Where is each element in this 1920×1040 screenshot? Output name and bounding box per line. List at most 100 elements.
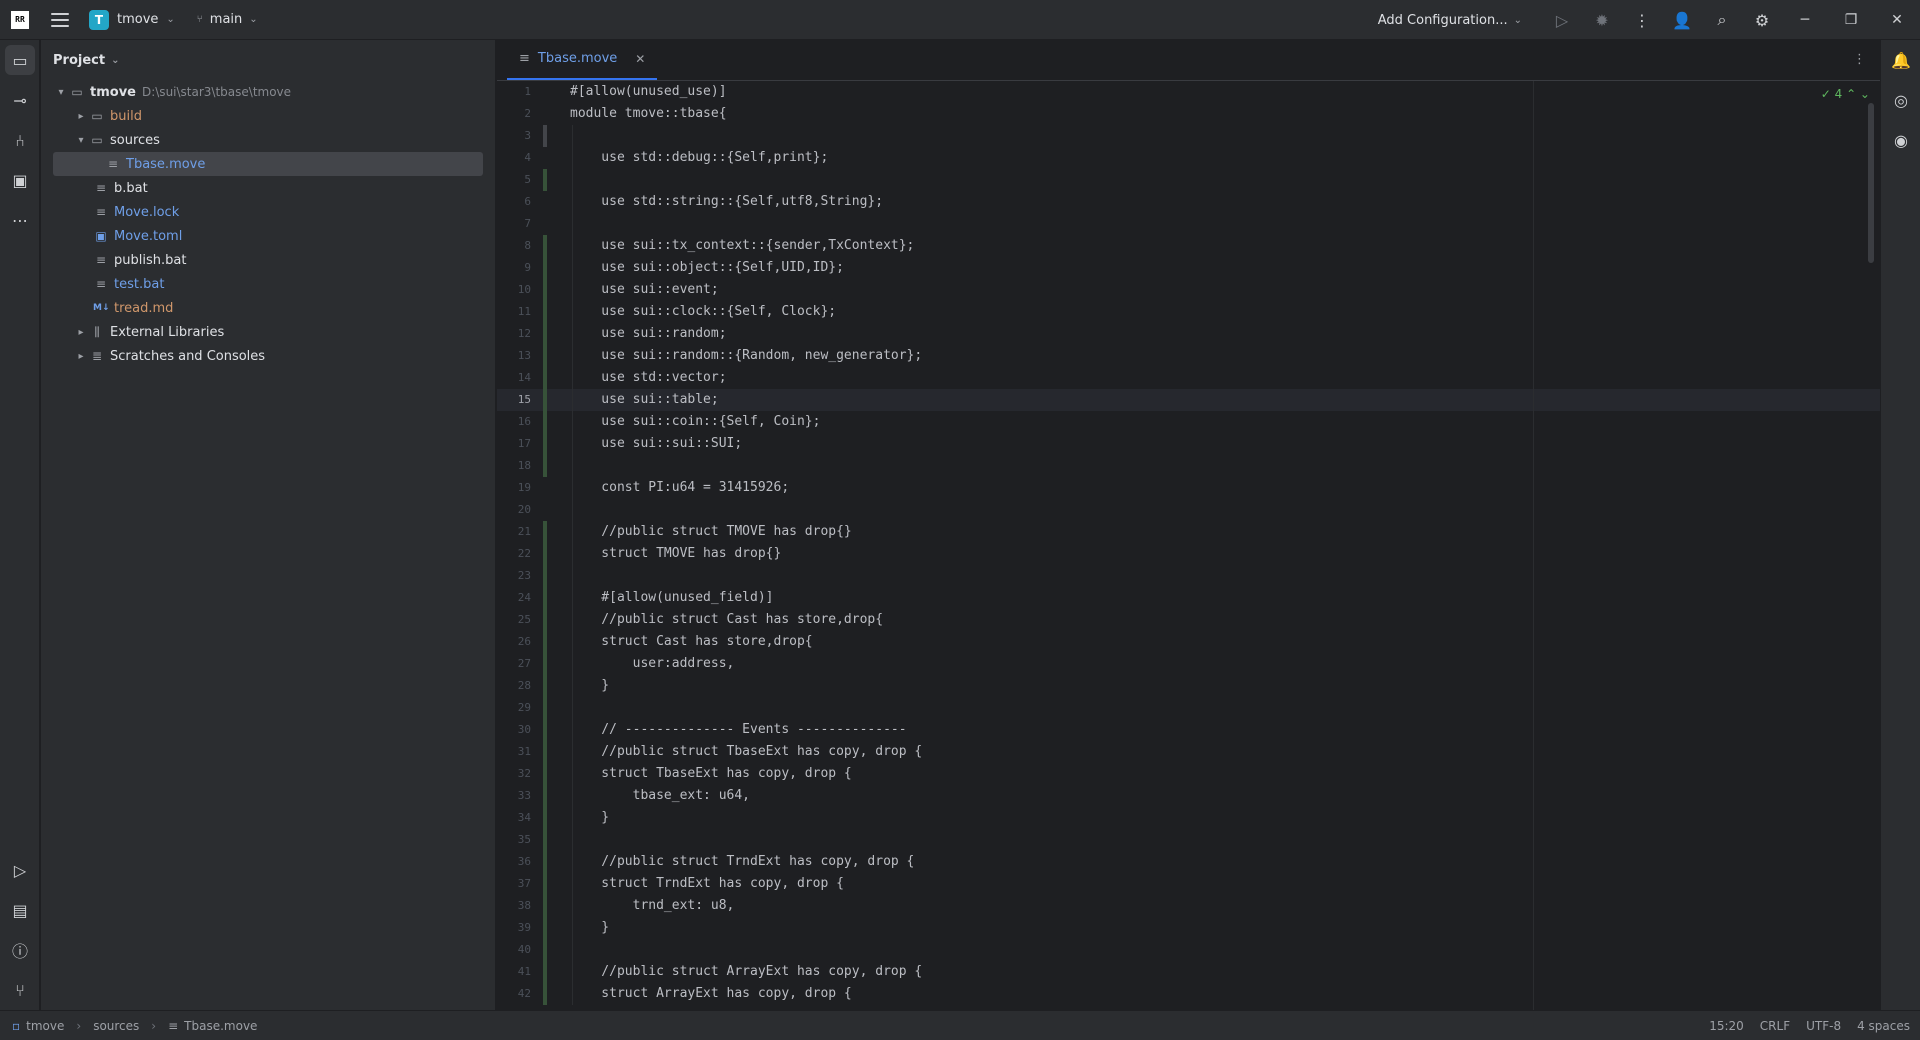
- code-line[interactable]: 32 struct TbaseExt has copy, drop {: [497, 763, 1880, 785]
- collapse-arrow-icon[interactable]: ▸: [73, 111, 89, 122]
- code-line[interactable]: 41 //public struct ArrayExt has copy, dr…: [497, 961, 1880, 983]
- tree-item-scratches[interactable]: ▸ ≣ Scratches and Consoles: [41, 344, 495, 368]
- tabs-more-icon[interactable]: ⋮: [1853, 52, 1866, 67]
- tree-item-root[interactable]: ▾ ▭ tmove D:\sui\star3\tbase\tmove: [41, 80, 495, 104]
- structure-tool-icon[interactable]: ▣: [0, 160, 40, 200]
- tree-item-tbase-move[interactable]: ≡ Tbase.move: [53, 152, 483, 176]
- code-line[interactable]: 17 use sui::sui::SUI;: [497, 433, 1880, 455]
- code-line[interactable]: 5: [497, 169, 1880, 191]
- main-menu-icon[interactable]: [51, 12, 69, 27]
- more-tools-icon[interactable]: ⋯: [0, 200, 40, 240]
- code-line[interactable]: 39 }: [497, 917, 1880, 939]
- code-line[interactable]: 26 struct Cast has store,drop{: [497, 631, 1880, 653]
- code-line[interactable]: 37 struct TrndExt has copy, drop {: [497, 873, 1880, 895]
- expand-arrow-icon[interactable]: ▾: [53, 87, 69, 98]
- code-line[interactable]: 25 //public struct Cast has store,drop{: [497, 609, 1880, 631]
- code-line[interactable]: 6 use std::string::{Self,utf8,String};: [497, 191, 1880, 213]
- restore-button[interactable]: ❐: [1828, 12, 1874, 28]
- code-line[interactable]: 40: [497, 939, 1880, 961]
- expand-arrow-icon[interactable]: ▾: [73, 135, 89, 146]
- code-line[interactable]: 10 use sui::event;: [497, 279, 1880, 301]
- project-widget[interactable]: T tmove ⌄: [89, 9, 175, 30]
- project-panel-header[interactable]: Project ⌄: [41, 40, 495, 80]
- settings-gear-icon[interactable]: ⚙: [1742, 11, 1782, 30]
- code-line[interactable]: 9 use sui::object::{Self,UID,ID};: [497, 257, 1880, 279]
- code-line[interactable]: 23: [497, 565, 1880, 587]
- tree-item-build[interactable]: ▸ ▭ build: [41, 104, 495, 128]
- breadcrumb-item[interactable]: sources: [93, 1019, 139, 1033]
- vcs-branch-widget[interactable]: ⑂ main ⌄: [197, 12, 258, 27]
- code-line[interactable]: 20: [497, 499, 1880, 521]
- code-line[interactable]: 16 use sui::coin::{Self, Coin};: [497, 411, 1880, 433]
- tree-item-move-lock[interactable]: ≡ Move.lock: [41, 200, 495, 224]
- notifications-bell-icon[interactable]: 🔔: [1881, 40, 1920, 80]
- code-line[interactable]: 31 //public struct TbaseExt has copy, dr…: [497, 741, 1880, 763]
- line-separator[interactable]: CRLF: [1760, 1019, 1790, 1033]
- code-line[interactable]: 8 use sui::tx_context::{sender,TxContext…: [497, 235, 1880, 257]
- code-line[interactable]: 21 //public struct TMOVE has drop{}: [497, 521, 1880, 543]
- copilot-icon[interactable]: ◉: [1881, 120, 1920, 160]
- code-line[interactable]: 19 const PI:u64 = 31415926;: [497, 477, 1880, 499]
- tree-item-test-bat[interactable]: ≡ test.bat: [41, 272, 495, 296]
- vertical-scrollbar[interactable]: [1868, 103, 1874, 263]
- minimize-button[interactable]: ─: [1782, 12, 1828, 28]
- git-tool-icon[interactable]: ⑂: [0, 970, 40, 1010]
- inspection-widget[interactable]: ✓ 4 ⌃ ⌄: [1821, 87, 1870, 101]
- line-number: 9: [524, 261, 531, 274]
- tree-item-sources[interactable]: ▾ ▭ sources: [41, 128, 495, 152]
- code-line[interactable]: 4 use std::debug::{Self,print};: [497, 147, 1880, 169]
- tree-item-move-toml[interactable]: ▣ Move.toml: [41, 224, 495, 248]
- chevron-down-icon: ⌄: [166, 14, 175, 25]
- pull-requests-icon[interactable]: ⑃: [0, 120, 40, 160]
- code-line[interactable]: 14 use std::vector;: [497, 367, 1880, 389]
- code-line[interactable]: 36 //public struct TrndExt has copy, dro…: [497, 851, 1880, 873]
- caret-position[interactable]: 15:20: [1709, 1019, 1744, 1033]
- tree-item-publish-bat[interactable]: ≡ publish.bat: [41, 248, 495, 272]
- tree-item-b-bat[interactable]: ≡ b.bat: [41, 176, 495, 200]
- code-line[interactable]: 30 // -------------- Events ------------…: [497, 719, 1880, 741]
- tree-item-tread-md[interactable]: M↓ tread.md: [41, 296, 495, 320]
- code-line[interactable]: 1 #[allow(unused_use)]: [497, 81, 1880, 103]
- code-line[interactable]: 22 struct TMOVE has drop{}: [497, 543, 1880, 565]
- code-editor[interactable]: 1 #[allow(unused_use)] 2 module tmove::tbas…: [497, 81, 1880, 1010]
- code-with-me-icon[interactable]: 👤: [1662, 11, 1702, 30]
- services-run-icon[interactable]: ▷: [0, 850, 40, 890]
- terminal-icon[interactable]: ▤: [0, 890, 40, 930]
- code-line[interactable]: 11 use sui::clock::{Self, Clock};: [497, 301, 1880, 323]
- code-line[interactable]: 28 }: [497, 675, 1880, 697]
- code-line[interactable]: 7: [497, 213, 1880, 235]
- debug-icon[interactable]: ✹: [1582, 11, 1622, 30]
- breadcrumb-item[interactable]: tmove: [26, 1019, 64, 1033]
- close-window-button[interactable]: ✕: [1874, 12, 1920, 28]
- close-tab-icon[interactable]: ✕: [635, 52, 645, 66]
- code-line[interactable]: 3: [497, 125, 1880, 147]
- code-line[interactable]: 38 trnd_ext: u8,: [497, 895, 1880, 917]
- problems-icon[interactable]: ⓘ: [0, 930, 40, 970]
- code-line[interactable]: 12 use sui::random;: [497, 323, 1880, 345]
- code-line[interactable]: 2 module tmove::tbase{: [497, 103, 1880, 125]
- collapse-arrow-icon[interactable]: ▸: [73, 351, 89, 362]
- run-configuration-selector[interactable]: Add Configuration... ⌄: [1378, 13, 1522, 28]
- code-line[interactable]: 13 use sui::random::{Random, new_generat…: [497, 345, 1880, 367]
- code-line[interactable]: 18: [497, 455, 1880, 477]
- code-line[interactable]: 34 }: [497, 807, 1880, 829]
- ai-assistant-icon[interactable]: ◎: [1881, 80, 1920, 120]
- code-line[interactable]: 42 struct ArrayExt has copy, drop {: [497, 983, 1880, 1005]
- code-line[interactable]: 29: [497, 697, 1880, 719]
- tab-tbase-move[interactable]: ≡ Tbase.move ✕: [507, 39, 658, 80]
- indent-setting[interactable]: 4 spaces: [1857, 1019, 1910, 1033]
- more-actions-icon[interactable]: ⋮: [1622, 11, 1662, 30]
- search-icon[interactable]: ⌕: [1702, 10, 1742, 30]
- code-line[interactable]: 24 #[allow(unused_field)]: [497, 587, 1880, 609]
- code-line[interactable]: 15 use sui::table;: [497, 389, 1880, 411]
- tree-item-external-libraries[interactable]: ▸ ⫼ External Libraries: [41, 320, 495, 344]
- file-encoding[interactable]: UTF-8: [1806, 1019, 1841, 1033]
- breadcrumb-item[interactable]: Tbase.move: [184, 1019, 257, 1033]
- code-line[interactable]: 35: [497, 829, 1880, 851]
- project-tool-folder-icon[interactable]: ▭: [5, 45, 35, 75]
- code-line[interactable]: 33 tbase_ext: u64,: [497, 785, 1880, 807]
- code-line[interactable]: 27 user:address,: [497, 653, 1880, 675]
- run-icon[interactable]: ▷: [1542, 11, 1582, 30]
- commit-tool-icon[interactable]: ⊸: [0, 80, 40, 120]
- collapse-arrow-icon[interactable]: ▸: [73, 327, 89, 338]
